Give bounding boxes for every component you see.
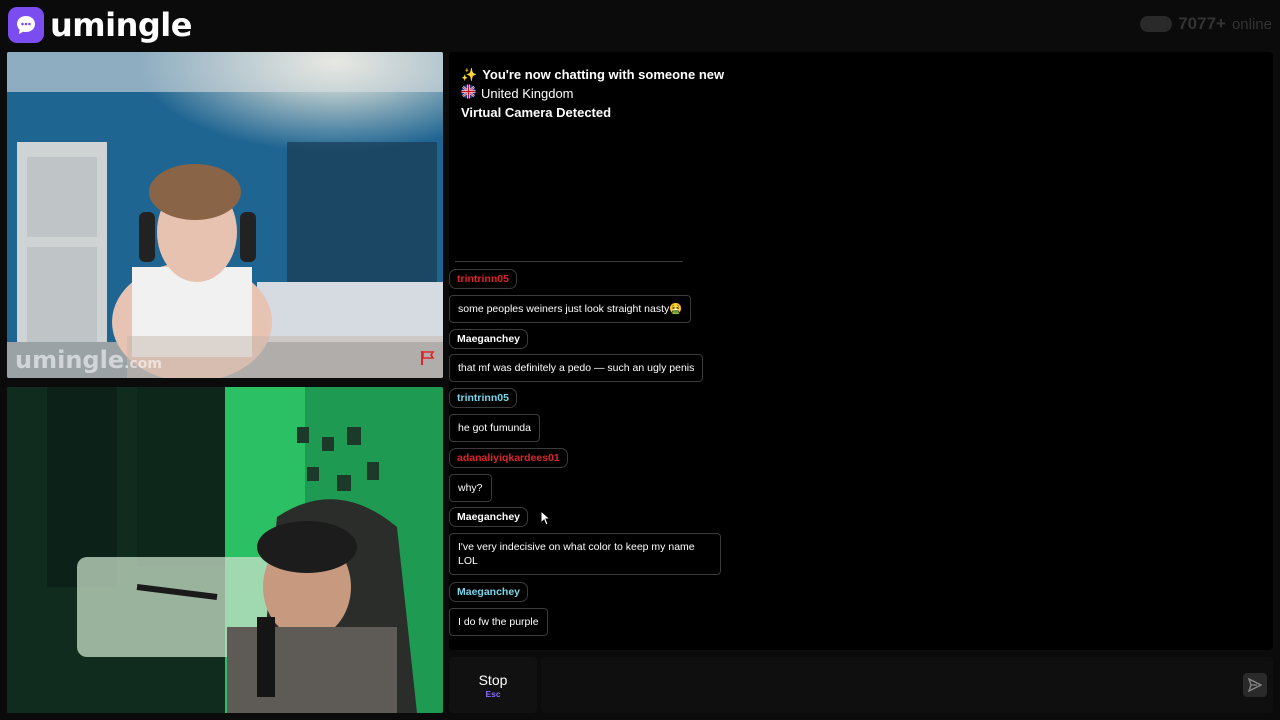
message-bubble: I do fw the purple [449,608,548,636]
message-username[interactable]: trintrinn05 [449,269,517,289]
virtual-camera-notice: Virtual Camera Detected [461,105,612,120]
top-bar: umingle 7077+ online [0,0,1280,48]
chat-panel: ✨ You're now chatting with someone new U… [449,52,1273,650]
watermark: umingle.com [15,346,162,374]
chat-intro: ✨ You're now chatting with someone new U… [461,66,724,122]
message-bubble: why? [449,474,492,502]
stop-shortcut: Esc [485,689,501,699]
report-flag-icon[interactable] [419,349,437,372]
chat-status: You're now chatting with someone new [482,67,725,82]
message-username[interactable]: Maeganchey [449,507,529,527]
chat-bubble-icon [8,7,44,43]
self-video-frame [7,387,443,713]
stranger-country: United Kingdom [481,86,574,101]
online-label: online [1231,15,1272,33]
online-count: 7077+ [1178,14,1226,33]
uk-flag-icon [461,84,476,104]
stop-button[interactable]: Stop Esc [449,657,537,713]
message-bubble: that mf was definitely a pedo — such an … [449,354,704,382]
message-username[interactable]: trintrinn05 [449,388,517,408]
stop-label: Stop [478,672,508,688]
logo-text: umingle [50,6,192,44]
message-username[interactable]: Maeganchey [449,582,529,602]
message-composer [541,657,1273,713]
send-button[interactable] [1243,673,1267,697]
stranger-video: umingle.com [7,52,443,378]
stranger-video-frame [7,52,443,378]
online-indicator: 7077+ online [1140,14,1272,34]
logo[interactable]: umingle [8,6,192,44]
message-bubble: he got fumunda [449,414,540,442]
message-bubble: some peoples weiners just look straight … [449,295,692,323]
online-toggle[interactable] [1140,16,1173,32]
mouse-cursor-icon [540,509,552,531]
chat-divider [455,261,683,262]
message-bubble: I've very indecisive on what color to ke… [449,533,721,575]
message-username[interactable]: adanaliyiqkardees01 [449,448,568,468]
sparkle-icon: ✨ [461,67,478,82]
send-icon [1248,678,1262,692]
message-username[interactable]: Maeganchey [449,329,529,349]
message-input[interactable] [541,657,1231,713]
self-video [7,387,443,713]
